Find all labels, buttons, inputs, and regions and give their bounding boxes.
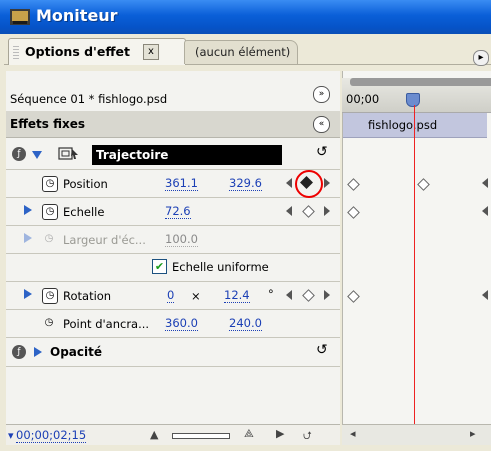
previous-keyframe-icon[interactable] [286, 290, 292, 300]
monitor-app-icon [10, 9, 30, 25]
next-keyframe-icon[interactable] [324, 206, 330, 216]
close-icon[interactable]: x [143, 44, 159, 60]
loop-icon[interactable]: ⮍ [303, 427, 312, 446]
scroll-right-icon[interactable]: ▸ [470, 427, 476, 440]
uniform-scale-label: Echelle uniforme [172, 260, 269, 274]
scale-width-value: 100.0 [165, 232, 198, 247]
play-audio-icon[interactable]: ▶ [276, 427, 284, 440]
anchor-y-value[interactable]: 240.0 [229, 317, 262, 331]
effect-options-window: Moniteur Options d'effet x (aucun élémen… [0, 0, 491, 451]
tab-no-element[interactable]: (aucun élément) [184, 40, 298, 64]
zoom-out-icon[interactable]: ▲ [150, 428, 158, 441]
reset-icon[interactable]: ↺ [316, 342, 328, 358]
stopwatch-icon[interactable]: ◷ [42, 204, 58, 220]
uniform-scale-checkbox[interactable]: ✔ [152, 259, 167, 274]
zoom-slider[interactable] [172, 433, 230, 439]
collapse-icon[interactable]: « [313, 116, 330, 133]
rotation-degrees-value[interactable]: 12.4 [224, 289, 250, 303]
reset-icon[interactable]: ↺ [316, 144, 328, 160]
playhead-icon[interactable] [406, 93, 420, 107]
sequence-label: Séquence 01 * fishlogo.psd [10, 92, 168, 106]
rotation-label: Rotation [63, 289, 112, 303]
keyframe-edge-icon[interactable] [482, 178, 488, 188]
fixed-effects-header: Effets fixes « [6, 111, 340, 138]
tab-effect-options[interactable]: Options d'effet x [8, 38, 186, 65]
previous-keyframe-icon[interactable] [286, 178, 292, 188]
work-area-bar[interactable] [350, 78, 491, 86]
ruler-timecode: 00;00 [346, 92, 380, 106]
clip-name: fishlogo.psd [368, 118, 438, 132]
section-title: Effets fixes [10, 117, 86, 131]
scale-label: Echelle [63, 205, 105, 219]
show-hide-timeline-button[interactable]: » [313, 86, 330, 103]
playhead-line [414, 105, 415, 425]
stopwatch-icon: ◷ [44, 233, 54, 244]
rotation-times-sign: × [191, 289, 201, 303]
grip-icon[interactable] [13, 46, 19, 60]
chevron-down-icon[interactable] [32, 151, 42, 159]
chevron-right-icon[interactable] [24, 289, 32, 299]
chevron-right-icon[interactable] [34, 347, 42, 357]
trajectory-name[interactable]: Trajectoire [92, 145, 282, 165]
fx-toggle-icon[interactable]: ƒ [12, 147, 26, 161]
anchor-label: Point d'ancra... [63, 317, 150, 331]
tab-label: Options d'effet [25, 44, 130, 59]
scale-value[interactable]: 72.6 [165, 205, 191, 219]
zoom-in-icon[interactable]: ⟁ [244, 427, 254, 441]
rotation-turns-value[interactable]: 0 [167, 289, 175, 303]
position-y-value[interactable]: 329.6 [229, 177, 262, 191]
scale-width-label: Largeur d'éc... [63, 233, 146, 247]
anchor-x-value[interactable]: 360.0 [165, 317, 198, 331]
opacity-label: Opacité [50, 345, 102, 359]
chevron-right-icon [24, 233, 32, 243]
current-time[interactable]: 00;00;02;15 [16, 428, 87, 443]
highlight-circle [295, 170, 323, 198]
position-x-value[interactable]: 361.1 [165, 177, 198, 191]
tab-label: (aucun élément) [195, 45, 291, 59]
window-title: Moniteur [36, 6, 118, 25]
degree-sign: ° [268, 287, 274, 301]
chevron-right-icon[interactable] [24, 205, 32, 215]
keyframe-edge-icon[interactable] [482, 290, 488, 300]
title-bar[interactable]: Moniteur [0, 0, 491, 34]
previous-keyframe-icon[interactable] [286, 206, 292, 216]
timeline-scrollbar[interactable]: ◂ ▸ [342, 424, 491, 445]
stopwatch-icon[interactable]: ◷ [42, 176, 58, 192]
keyframe-edge-icon[interactable] [482, 206, 488, 216]
timecode-menu-icon[interactable]: ▾ [8, 429, 14, 442]
next-keyframe-icon[interactable] [324, 178, 330, 188]
position-label: Position [63, 177, 108, 191]
panel-menu-icon[interactable]: ▸ [473, 50, 489, 66]
transform-icon[interactable] [58, 146, 80, 162]
scroll-left-icon[interactable]: ◂ [350, 427, 356, 440]
stopwatch-icon[interactable]: ◷ [42, 288, 58, 304]
stopwatch-icon[interactable]: ◷ [42, 316, 56, 330]
next-keyframe-icon[interactable] [324, 290, 330, 300]
fx-toggle-icon[interactable]: ƒ [12, 345, 26, 359]
